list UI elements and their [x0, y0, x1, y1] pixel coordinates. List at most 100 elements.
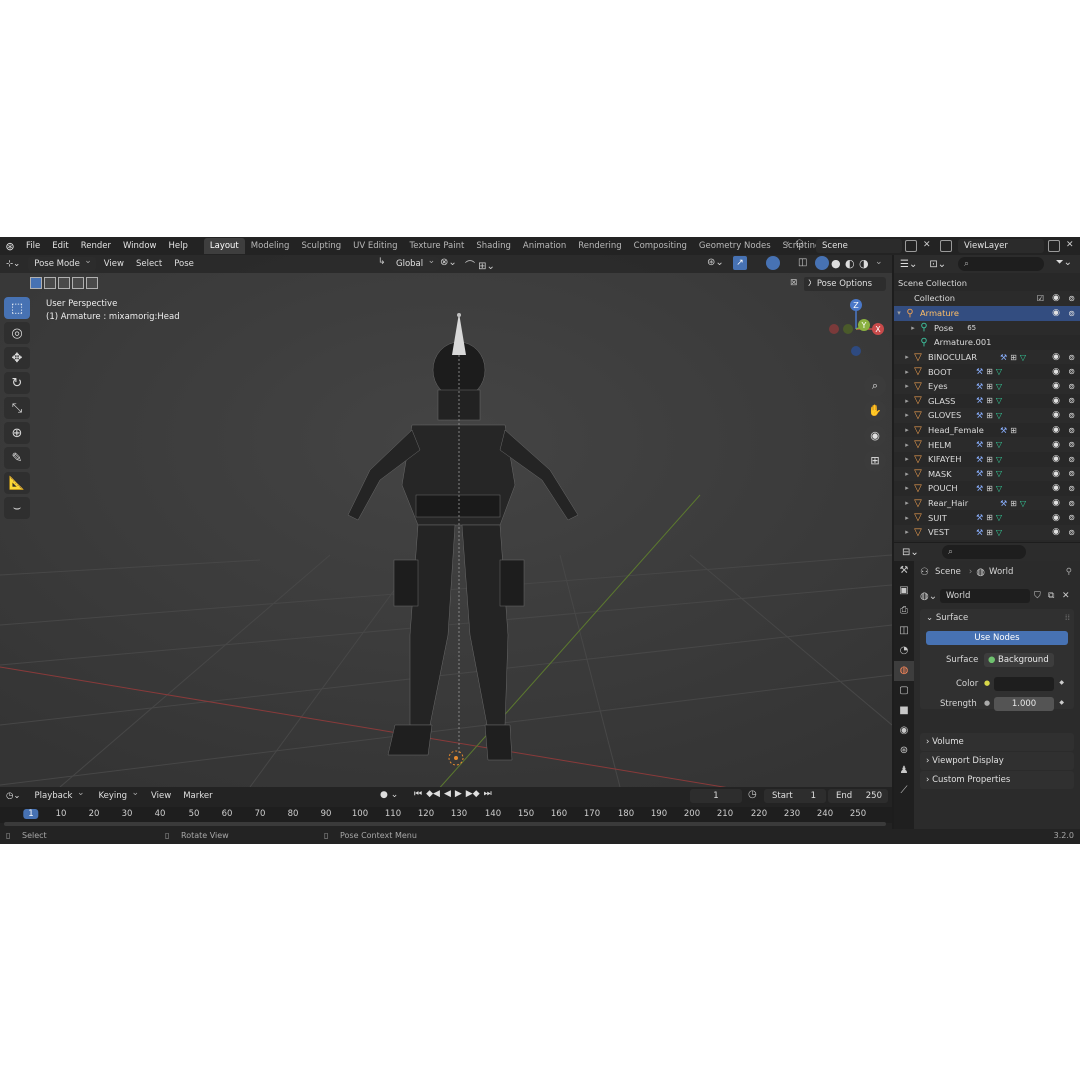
- vertex-groups-icon[interactable]: ⊞: [986, 528, 993, 537]
- tool-tab-icon[interactable]: ⚒: [894, 561, 914, 581]
- eye-icon[interactable]: ◉: [1052, 352, 1060, 362]
- camera-icon[interactable]: ⊚: [1068, 294, 1075, 303]
- use-nodes-button[interactable]: Use Nodes: [926, 631, 1068, 645]
- modifier-wrench-icon[interactable]: ⚒: [976, 469, 983, 478]
- object-tab-icon[interactable]: ■: [894, 701, 914, 721]
- viewport-menu-select[interactable]: Select: [130, 255, 168, 273]
- camera-icon[interactable]: ⊚: [1068, 455, 1075, 464]
- mesh-data-icon[interactable]: ▽: [996, 411, 1002, 420]
- mirror-icon[interactable]: ⊠: [790, 278, 798, 288]
- frame-tick-current[interactable]: 1: [23, 809, 39, 819]
- rotate-tool-icon[interactable]: ↻: [4, 372, 30, 394]
- play-reverse-icon[interactable]: ◀: [442, 789, 453, 799]
- fake-user-icon[interactable]: ⛉: [1034, 591, 1041, 601]
- modifier-wrench-icon[interactable]: ⚒: [976, 411, 983, 420]
- modifier-wrench-icon[interactable]: ⚒: [976, 367, 983, 376]
- modifier-wrench-icon[interactable]: ⚒: [976, 528, 983, 537]
- mesh-data-icon[interactable]: ▽: [996, 455, 1002, 464]
- camera-icon[interactable]: ⊚: [1068, 382, 1075, 391]
- volume-panel-header[interactable]: › Volume: [920, 733, 1074, 751]
- outliner-row-head-female[interactable]: ▸ ▽ Head_Female ⚒ ⊞ ◉ ⊚: [894, 423, 1080, 438]
- outliner-row-mask[interactable]: ▸ ▽ MASK ⚒ ⊞ ▽ ◉ ⊚: [894, 466, 1080, 482]
- select-new-icon[interactable]: [30, 277, 42, 289]
- jump-start-icon[interactable]: ⏮: [412, 789, 424, 799]
- expand-arrow-icon[interactable]: ▸: [902, 382, 912, 390]
- tabs-overflow-icon[interactable]: ‹: [786, 239, 790, 249]
- eye-icon[interactable]: ◉: [1052, 396, 1060, 406]
- shading-rendered-icon[interactable]: ◑: [859, 257, 869, 270]
- scene-icon[interactable]: ⚇: [795, 239, 804, 250]
- outliner-row-gloves[interactable]: ▸ ▽ GLOVES ⚒ ⊞ ▽ ◉ ⊚: [894, 408, 1080, 423]
- select-extend-icon[interactable]: [44, 277, 56, 289]
- mesh-data-icon[interactable]: ▽: [1020, 353, 1026, 362]
- transform-orientation-dropdown[interactable]: Global: [390, 255, 440, 271]
- eye-icon[interactable]: ◉: [1052, 381, 1060, 391]
- camera-icon[interactable]: ⊚: [1068, 309, 1075, 318]
- current-frame-field[interactable]: 1: [690, 789, 742, 803]
- modifier-wrench-icon[interactable]: ⚒: [976, 513, 983, 522]
- constraints-tab-icon[interactable]: ⊛: [894, 741, 914, 761]
- jump-end-icon[interactable]: ⏭: [482, 789, 494, 799]
- strength-field[interactable]: 1.000: [994, 697, 1054, 711]
- camera-icon[interactable]: ⊚: [1068, 353, 1075, 362]
- timeline-editor-type-icon[interactable]: ◷⌄: [0, 787, 27, 805]
- shading-material-icon[interactable]: ◐: [845, 257, 855, 270]
- modifier-wrench-icon[interactable]: ⚒: [976, 440, 983, 449]
- next-keyframe-icon[interactable]: ▶◆: [464, 789, 482, 799]
- outliner-row-boot[interactable]: ▸ ▽ BOOT ⚒ ⊞ ▽ ◉ ⊚: [894, 364, 1080, 379]
- collection-tab-icon[interactable]: ▢: [894, 681, 914, 701]
- tab-rendering[interactable]: Rendering: [572, 238, 627, 254]
- expand-arrow-icon[interactable]: ▸: [902, 470, 912, 478]
- modifier-wrench-icon[interactable]: ⚒: [976, 484, 983, 493]
- zoom-icon[interactable]: ⌕: [864, 375, 886, 397]
- output-tab-icon[interactable]: ⎙: [894, 601, 914, 621]
- record-icon[interactable]: ● ⌄: [380, 790, 398, 800]
- eye-icon[interactable]: ◉: [1052, 308, 1060, 318]
- outliner-row-helm[interactable]: ▸ ▽ HELM ⚒ ⊞ ▽ ◉ ⊚: [894, 437, 1080, 452]
- modifier-wrench-icon[interactable]: ⚒: [976, 396, 983, 405]
- camera-icon[interactable]: ⊚: [1068, 440, 1075, 449]
- menu-file[interactable]: File: [20, 237, 46, 255]
- expand-arrow-icon[interactable]: ▸: [902, 441, 912, 449]
- tab-compositing[interactable]: Compositing: [628, 238, 693, 254]
- outliner-search-input[interactable]: ⌕: [958, 257, 1044, 271]
- strength-keyframe-icon[interactable]: ◆: [1059, 699, 1064, 706]
- eye-icon[interactable]: ◉: [1052, 513, 1060, 523]
- select-invert-icon[interactable]: [72, 277, 84, 289]
- expand-arrow-icon[interactable]: ▸: [902, 455, 912, 463]
- scene-selector[interactable]: Scene: [816, 239, 902, 253]
- expand-arrow-icon[interactable]: ▾: [894, 309, 904, 317]
- outliner-row-pose[interactable]: ▸ ⚲ Pose 65: [894, 320, 1080, 336]
- expand-arrow-icon[interactable]: ▸: [902, 353, 912, 361]
- tab-sculpting[interactable]: Sculpting: [295, 238, 347, 254]
- eye-icon[interactable]: ◉: [1052, 410, 1060, 420]
- expand-arrow-icon[interactable]: ▸: [902, 528, 912, 536]
- expand-arrow-icon[interactable]: ▸: [902, 426, 912, 434]
- vertex-groups-icon[interactable]: ⊞: [986, 484, 993, 493]
- measure-tool-icon[interactable]: 📐: [4, 472, 30, 494]
- outliner-row-rear-hair[interactable]: ▸ ▽ Rear_Hair ⚒ ⊞ ▽ ◉ ⊚: [894, 495, 1080, 511]
- eye-icon[interactable]: ◉: [1052, 454, 1060, 464]
- tab-texture-paint[interactable]: Texture Paint: [404, 238, 471, 254]
- outliner-row-armature[interactable]: ▾ ⚲ Armature ◉ ⊚: [894, 306, 1080, 321]
- expand-arrow-icon[interactable]: ▸: [902, 411, 912, 419]
- mesh-data-icon[interactable]: ▽: [996, 513, 1002, 522]
- blender-logo-icon[interactable]: ⊛: [0, 240, 20, 253]
- eye-icon[interactable]: ◉: [1052, 498, 1060, 508]
- filter-icon[interactable]: ⏷⌄: [1056, 257, 1072, 268]
- vertex-groups-icon[interactable]: ⊞: [986, 455, 993, 464]
- vertex-groups-icon[interactable]: ⊞: [986, 469, 993, 478]
- vertex-groups-icon[interactable]: ⊞: [986, 367, 993, 376]
- expand-arrow-icon[interactable]: ▸: [902, 514, 912, 522]
- bone-tab-icon[interactable]: ⟋: [894, 781, 914, 801]
- viewport-display-panel-header[interactable]: › Viewport Display: [920, 752, 1074, 770]
- view-layer-selector[interactable]: ViewLayer: [958, 239, 1044, 253]
- menu-window[interactable]: Window: [117, 237, 163, 255]
- outliner-editor-icon[interactable]: ☰⌄: [900, 259, 917, 270]
- stopwatch-icon[interactable]: ◷: [748, 789, 757, 800]
- menu-help[interactable]: Help: [162, 237, 193, 255]
- mesh-data-icon[interactable]: ▽: [996, 528, 1002, 537]
- delete-view-layer-icon[interactable]: ✕: [1066, 240, 1074, 250]
- eye-icon[interactable]: ◉: [1052, 425, 1060, 435]
- shading-wireframe-icon[interactable]: [815, 256, 829, 270]
